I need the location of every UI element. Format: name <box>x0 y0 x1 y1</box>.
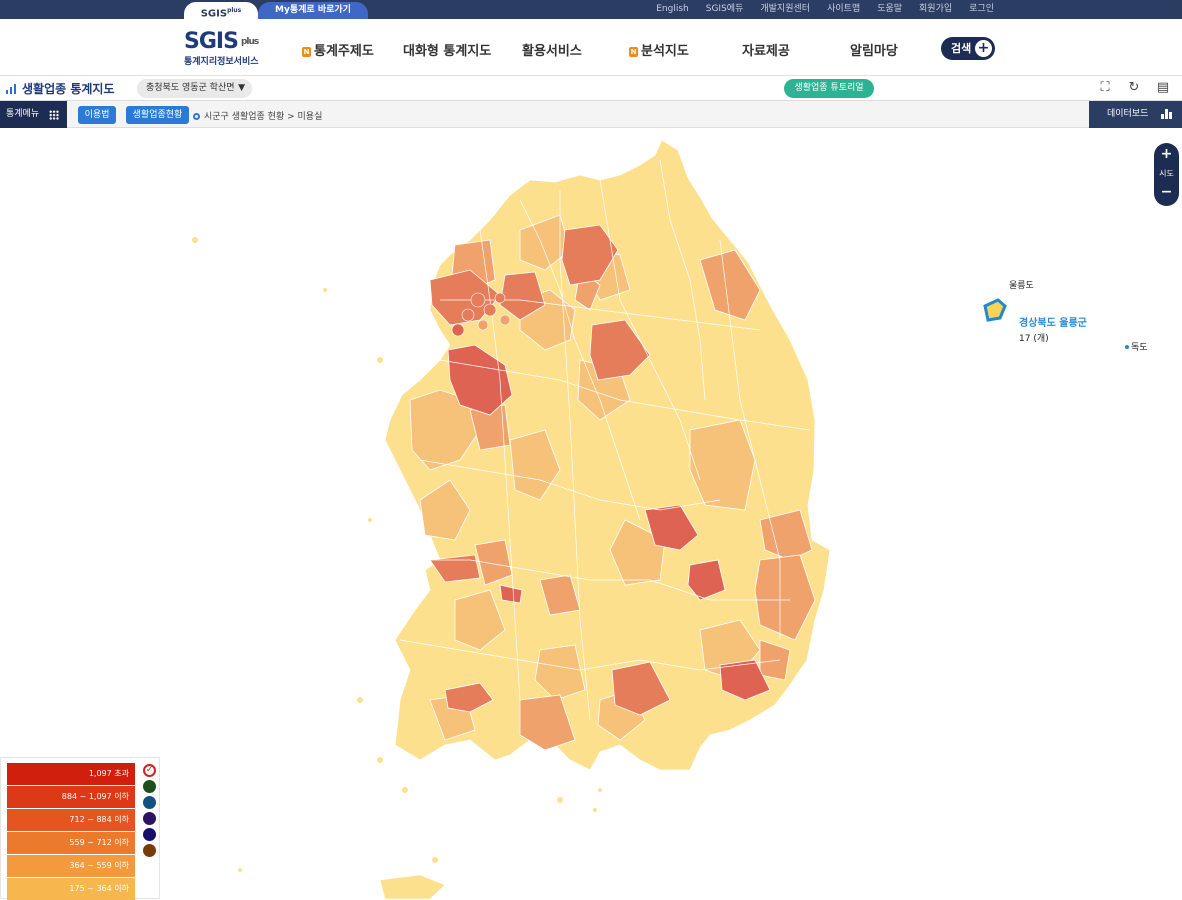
fullscreen-icon[interactable]: ⛶ <box>1098 81 1112 95</box>
purple-palette-button[interactable] <box>143 812 156 825</box>
dashboard-label: 데이터보드 <box>1107 109 1149 119</box>
blue-palette-button[interactable] <box>143 796 156 809</box>
refresh-icon[interactable]: ↻ <box>1127 81 1141 95</box>
tab-sgis-sup: plus <box>227 7 242 14</box>
chart-icon <box>1161 109 1172 119</box>
nav-analysis-map[interactable]: N 분석지도 <box>629 40 689 59</box>
search-button[interactable]: 검색 + <box>941 37 995 60</box>
dokdo-island <box>1125 345 1129 349</box>
menu-bar: 통계메뉴 이용법 생활업종현황 시군구 생활업종 현황 > 미용실 데이터보드 <box>0 101 1182 128</box>
nav-label: 알림마당 <box>850 44 898 59</box>
green-palette-button[interactable] <box>143 780 156 793</box>
tutorial-button[interactable]: 생활업종 튜토리얼 <box>784 79 874 98</box>
status-button[interactable]: 생활업종현황 <box>126 106 189 124</box>
logo-subtitle: 통계지리정보서비스 <box>184 57 259 67</box>
link-sgis-edu[interactable]: SGIS에듀 <box>706 0 744 19</box>
zoom-in-button[interactable]: + <box>1154 146 1179 162</box>
region-selector-value: 충청북도 영동군 학산면 <box>146 83 235 93</box>
nav-notice[interactable]: 알림마당 <box>850 40 898 59</box>
nav-theme-map[interactable]: N 통계주제도 <box>302 40 374 59</box>
legend-row[interactable]: 175 ~ 364 이하 <box>7 878 135 900</box>
link-english[interactable]: English <box>656 0 689 19</box>
red-palette-check-icon[interactable]: ✓ <box>143 764 156 777</box>
plus-circle-icon: + <box>975 40 992 57</box>
link-signup[interactable]: 회원가입 <box>919 0 952 19</box>
main-header: SGIS plus 통계지리정보서비스 N 통계주제도 대화형 통계지도 활용서비스… <box>0 19 1182 76</box>
breadcrumb-text: 시군구 생활업종 현황 > 미용실 <box>204 112 323 122</box>
top-links: English SGIS에듀 개발지원센터 사이트맵 도움말 회원가입 로그인 <box>656 0 994 19</box>
korea-choropleth[interactable] <box>0 128 1182 899</box>
legend-row[interactable]: 559 ~ 712 이하 <box>7 832 135 854</box>
legend-row[interactable]: 1,097 초과 <box>7 763 135 785</box>
legend-row[interactable]: 884 ~ 1,097 이하 <box>7 786 135 808</box>
bar-chart-icon <box>6 84 18 94</box>
report-icon[interactable]: ▤ <box>1156 81 1170 95</box>
title-bar: 생활업종 통계지도 충청북도 영동군 학산면 ▼ 생활업종 튜토리얼 ⛶ ↻ ▤ <box>0 76 1182 101</box>
nav-label: 활용서비스 <box>522 44 582 59</box>
legend-row[interactable]: 712 ~ 884 이하 <box>7 809 135 831</box>
link-login[interactable]: 로그인 <box>969 0 994 19</box>
logo-main-text: SGIS plus <box>184 31 259 53</box>
new-badge: N <box>629 47 638 57</box>
tab-my-statistics[interactable]: My통계로 바로가기 <box>258 2 368 19</box>
nav-label: 분석지도 <box>641 44 689 59</box>
brown-palette-button[interactable] <box>143 844 156 857</box>
page-title: 생활업종 통계지도 <box>6 80 115 97</box>
region-selector[interactable]: 충청북도 영동군 학산면 ▼ <box>137 79 252 98</box>
stat-menu-label: 통계메뉴 <box>6 109 40 119</box>
ulleungdo-label: 울릉도 <box>1009 281 1034 291</box>
logo-text: SGIS <box>184 29 239 54</box>
ulleung-region-label[interactable]: 경상북도 울릉군 <box>1019 314 1087 329</box>
tab-sgis-label: SGIS <box>200 8 228 20</box>
nav-label: 자료제공 <box>742 44 790 59</box>
breadcrumb: 시군구 생활업종 현황 > 미용실 <box>193 109 322 122</box>
search-label: 검색 <box>951 42 972 55</box>
sgis-logo[interactable]: SGIS plus 통계지리정보서비스 <box>184 31 259 68</box>
ulleung-value-label: 17 (개) <box>1019 334 1049 344</box>
link-dev-center[interactable]: 개발지원센터 <box>760 0 810 19</box>
tab-sgis-plus[interactable]: SGISplus <box>184 2 258 19</box>
map-canvas[interactable]: 울릉도 경상북도 울릉군 17 (개) 독도 <box>0 128 1182 899</box>
nav-label: 대화형 통계지도 <box>403 44 492 59</box>
zoom-out-button[interactable]: − <box>1154 184 1179 200</box>
top-utility-bar: SGISplus My통계로 바로가기 English SGIS에듀 개발지원센… <box>0 0 1182 19</box>
nav-services[interactable]: 활용서비스 <box>522 40 582 59</box>
new-badge: N <box>302 47 311 57</box>
legend-row[interactable]: 364 ~ 559 이하 <box>7 855 135 877</box>
map-legend: 1,097 초과 884 ~ 1,097 이하 712 ~ 884 이하 559… <box>0 757 160 900</box>
ulleungdo-island <box>983 298 1007 322</box>
dokdo-label: 독도 <box>1131 343 1148 353</box>
jeju-island <box>379 874 446 899</box>
link-help[interactable]: 도움말 <box>877 0 902 19</box>
caret-down-icon: ▼ <box>238 83 245 93</box>
dashboard-button[interactable]: 데이터보드 <box>1089 101 1182 128</box>
navy-palette-button[interactable] <box>143 828 156 841</box>
link-sitemap[interactable]: 사이트맵 <box>827 0 860 19</box>
zoom-level-label: 시도 <box>1159 169 1174 178</box>
nav-data[interactable]: 자료제공 <box>742 40 790 59</box>
usage-button[interactable]: 이용법 <box>78 106 116 124</box>
grid-icon <box>49 110 59 120</box>
stat-menu-button[interactable]: 통계메뉴 <box>0 101 67 128</box>
logo-sup: plus <box>240 37 259 47</box>
nav-label: 통계주제도 <box>314 44 374 59</box>
nav-interactive-map[interactable]: 대화형 통계지도 <box>403 40 491 59</box>
page-title-text: 생활업종 통계지도 <box>22 82 115 96</box>
zoom-control: + 시도 − <box>1154 143 1179 206</box>
breadcrumb-dot-icon <box>193 113 200 120</box>
